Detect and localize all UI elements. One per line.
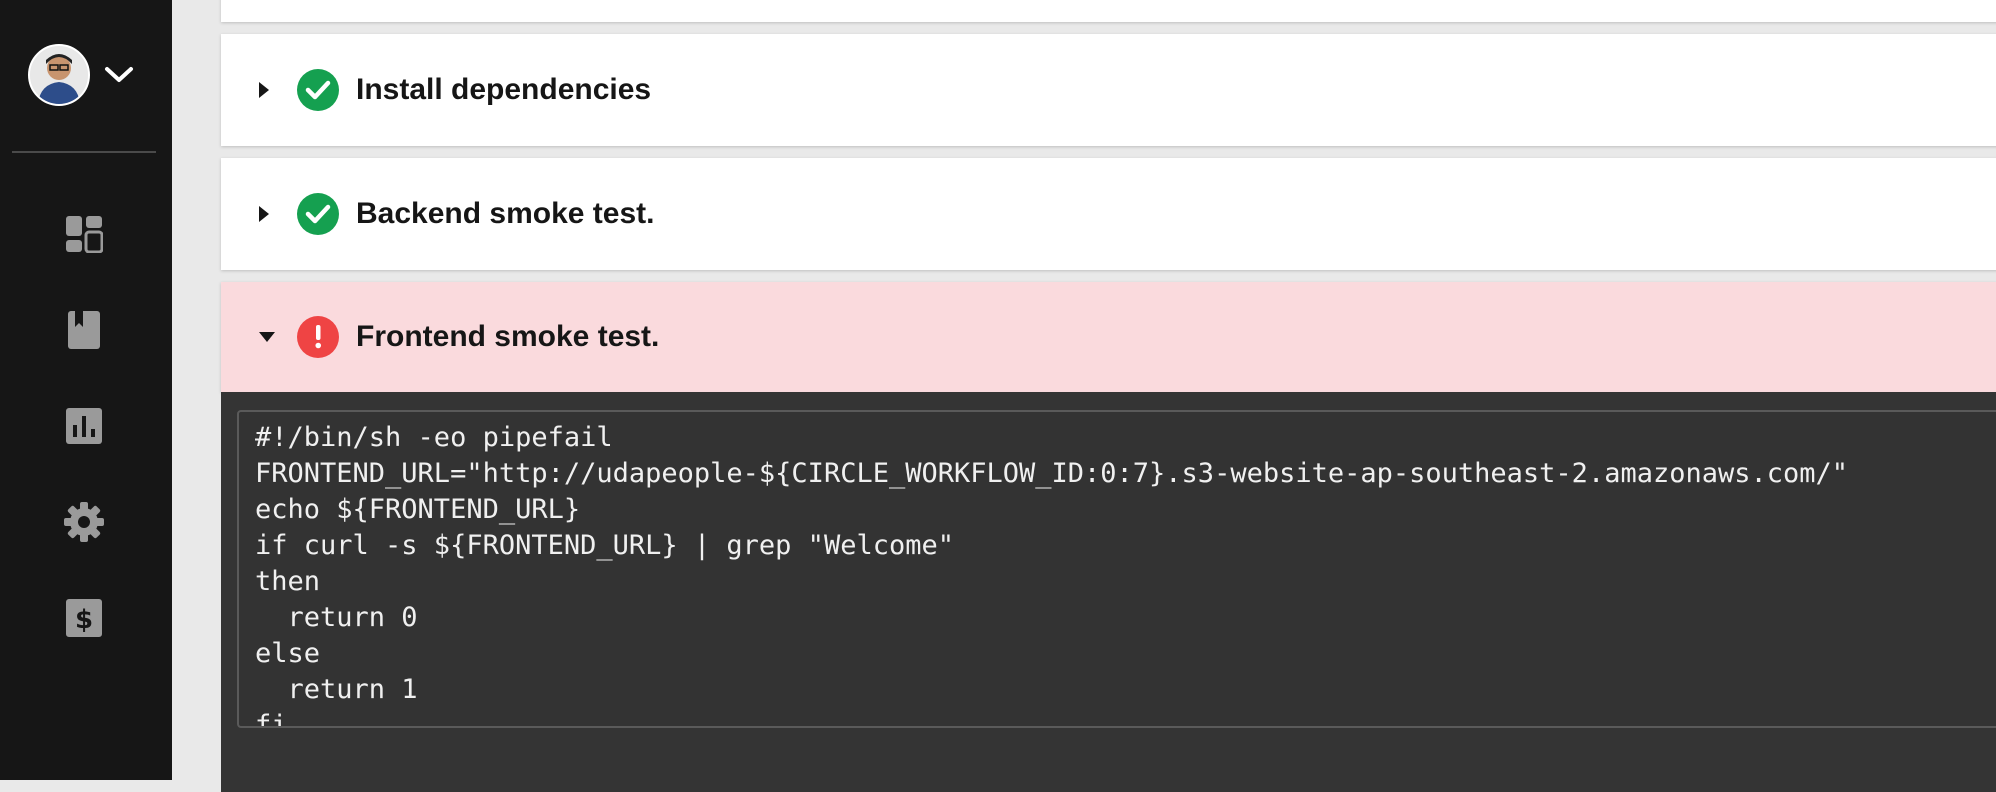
code-line: return 1 [255,674,418,705]
step-frontend-smoke-test[interactable]: Frontend smoke test. [221,282,1996,392]
gear-icon [64,502,104,542]
account-menu-button[interactable] [28,44,134,106]
step-install-dependencies[interactable]: Install dependencies [221,34,1996,146]
code-line: if curl -s ${FRONTEND_URL} | grep "Welco… [255,530,954,561]
sidebar-item-plan[interactable]: $ [62,596,106,640]
success-check-icon [297,69,339,111]
error-exclamation-icon [297,316,339,358]
code-line: FRONTEND_URL="http://udapeople-${CIRCLE_… [255,458,1849,489]
chevron-down-icon[interactable] [104,65,134,85]
previous-step-card[interactable] [221,0,1996,22]
code-line: return 0 [255,602,418,633]
step-output-area: #!/bin/sh -eo pipefail FRONTEND_URL="htt… [221,392,1996,792]
expand-caret-icon[interactable] [257,80,297,100]
job-steps-panel: Install dependencies Backend smoke test. [172,0,1996,792]
sidebar-item-settings[interactable] [62,500,106,544]
sidebar-item-projects[interactable] [62,308,106,352]
code-line: else [255,638,321,669]
step-title: Backend smoke test. [356,197,655,230]
book-icon [68,311,100,349]
bar-chart-icon [66,408,102,444]
sidebar-item-insights[interactable] [62,404,106,448]
sidebar-divider [12,151,156,153]
dashboard-icon [66,216,103,253]
dollar-icon: $ [66,599,102,637]
sidebar: $ [0,0,172,780]
success-check-icon [297,193,339,235]
step-title: Install dependencies [356,73,652,106]
user-avatar[interactable] [28,44,90,106]
svg-text:$: $ [75,605,93,635]
code-line: then [255,566,321,597]
expand-caret-icon[interactable] [257,204,297,224]
step-title: Frontend smoke test. [356,320,660,353]
step-backend-smoke-test[interactable]: Backend smoke test. [221,158,1996,270]
code-line: echo ${FRONTEND_URL} [255,494,581,525]
code-line: #!/bin/sh -eo pipefail [255,422,613,453]
collapse-caret-icon[interactable] [257,330,297,344]
command-output[interactable]: #!/bin/sh -eo pipefail FRONTEND_URL="htt… [237,410,1996,728]
code-line: fi [255,710,288,728]
sidebar-item-dashboard[interactable] [62,212,106,256]
